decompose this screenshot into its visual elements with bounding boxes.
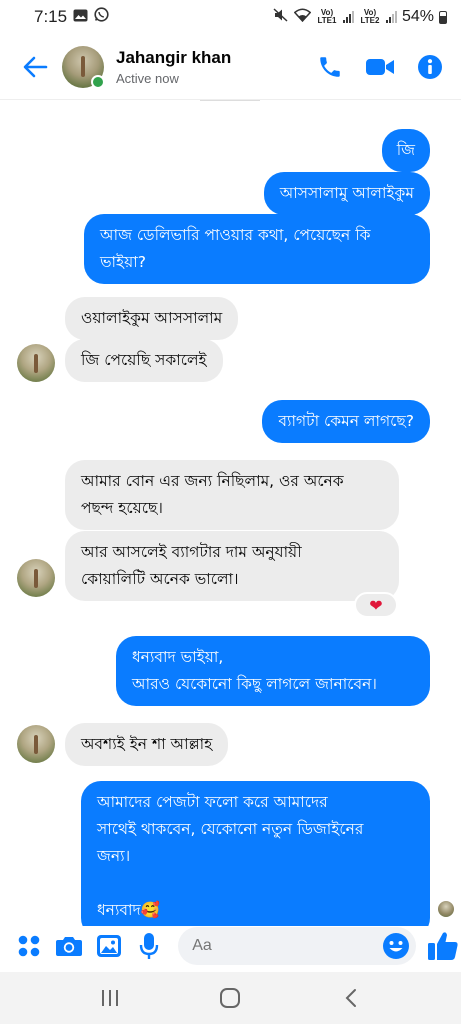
message-bubble-outgoing[interactable]: আসসালামু আলাইকুম	[263, 172, 430, 215]
message-input-wrapper	[174, 927, 417, 965]
contact-status: Active now	[116, 70, 179, 86]
sender-avatar[interactable]	[17, 725, 55, 763]
message-bubble-outgoing[interactable]: ব্যাগটা কেমন লাগছে?	[262, 400, 430, 443]
message-bubble-outgoing[interactable]: ধন্যবাদ ভাইয়া, আরও যেকোনো কিছু লাগলে জা…	[116, 636, 430, 706]
message-bubble-incoming[interactable]: জি পেয়েছি সকালেই	[65, 339, 223, 382]
sim2-label: Vo) LTE2	[360, 8, 380, 25]
timestamp-divider	[200, 100, 260, 104]
message-bubble-outgoing[interactable]: জি	[381, 129, 430, 172]
message-text: ওয়ালাইকুম আসসালাম	[81, 309, 223, 327]
signal-2-icon	[385, 11, 397, 23]
voice-message-button[interactable]	[134, 931, 163, 961]
sender-avatar[interactable]	[17, 559, 55, 597]
message-reaction[interactable]: ❤	[354, 592, 398, 618]
apps-button[interactable]	[14, 931, 43, 961]
message-text: আসসালামু আলাইকুম	[279, 184, 414, 202]
image-icon	[96, 935, 121, 957]
info-icon	[418, 54, 442, 79]
contact-info[interactable]: Jahangir khan Active now	[116, 48, 231, 86]
sim1-label: Vo) LTE1	[317, 8, 337, 25]
online-indicator	[91, 74, 105, 89]
system-navigation-bar	[0, 972, 461, 1024]
message-text: জি	[396, 141, 415, 159]
recents-icon	[102, 990, 119, 1006]
phone-icon	[320, 56, 340, 77]
message-list[interactable]: জি আসসালামু আলাইকুম আজ ডেলিভারি পাওয়ার …	[0, 100, 461, 926]
thumbs-up-icon	[427, 932, 458, 960]
message-text: অবশ্যই ইন শা আল্লাহ	[81, 735, 213, 753]
message-text: জি পেয়েছি সকালেই	[81, 351, 207, 369]
contact-avatar[interactable]	[62, 45, 105, 89]
emoji-icon	[383, 933, 410, 959]
message-bubble-outgoing[interactable]: আজ ডেলিভারি পাওয়ার কথা, পেয়েছেন কি ভাই…	[84, 214, 430, 284]
audio-call-button[interactable]	[315, 52, 345, 82]
apps-icon	[18, 935, 39, 957]
recents-button[interactable]	[90, 978, 130, 1018]
battery-percent: 54%	[401, 8, 434, 25]
back-button[interactable]	[18, 50, 52, 84]
whatsapp-notification-icon	[94, 7, 109, 27]
emoji-button[interactable]	[382, 932, 410, 960]
message-input[interactable]	[178, 927, 417, 965]
video-call-button[interactable]	[365, 52, 395, 82]
wifi-icon	[293, 8, 312, 27]
message-bubble-outgoing[interactable]: আমাদের পেজটা ফলো করে আমাদের সাথেই থাকবেন…	[81, 781, 430, 926]
message-text: আমাদের পেজটা ফলো করে আমাদের সাথেই থাকবেন…	[97, 793, 364, 919]
signal-1-icon	[342, 11, 354, 23]
video-icon	[366, 58, 394, 75]
message-bubble-incoming[interactable]: অবশ্যই ইন শা আল্লাহ	[65, 723, 229, 766]
battery-icon	[439, 10, 447, 24]
message-bubble-incoming[interactable]: আমার বোন এর জন্য নিছিলাম, ওর অনেক পছন্দ …	[65, 460, 399, 530]
home-icon	[220, 988, 241, 1008]
info-button[interactable]	[415, 52, 445, 82]
mute-icon	[273, 7, 289, 27]
message-bubble-incoming[interactable]: ওয়ালাইকুম আসসালাম	[65, 297, 239, 340]
gallery-notification-icon	[73, 7, 88, 27]
message-text: আর আসলেই ব্যাগটার দাম অনুযায়ী কোয়ালিটি…	[81, 543, 302, 588]
mic-icon	[139, 933, 158, 959]
message-composer	[0, 926, 461, 966]
contact-name: Jahangir khan	[116, 47, 232, 67]
gallery-button[interactable]	[94, 931, 123, 961]
heart-reaction-icon: ❤	[369, 595, 383, 615]
message-text: ব্যাগটা কেমন লাগছে?	[278, 412, 414, 430]
message-text: ধন্যবাদ ভাইয়া, আরও যেকোনো কিছু লাগলে জা…	[132, 648, 377, 693]
back-arrow-icon	[23, 56, 48, 77]
chat-header: Jahangir khan Active now	[0, 34, 461, 100]
home-button[interactable]	[210, 978, 250, 1018]
like-button[interactable]	[424, 927, 461, 965]
back-icon	[345, 989, 356, 1007]
status-bar: 7:15 Vo) LTE1 Vo) LTE2 54%	[0, 0, 461, 34]
message-text: আমার বোন এর জন্য নিছিলাম, ওর অনেক পছন্দ …	[81, 472, 344, 517]
camera-icon	[55, 937, 82, 956]
read-receipt-avatar	[438, 901, 454, 917]
camera-button[interactable]	[54, 931, 83, 961]
message-text: আজ ডেলিভারি পাওয়ার কথা, পেয়েছেন কি ভাই…	[100, 226, 371, 271]
nav-back-button[interactable]	[331, 978, 371, 1018]
sender-avatar[interactable]	[17, 344, 55, 382]
message-bubble-incoming[interactable]: আর আসলেই ব্যাগটার দাম অনুযায়ী কোয়ালিটি…	[65, 531, 399, 601]
status-time: 7:15	[34, 7, 68, 26]
